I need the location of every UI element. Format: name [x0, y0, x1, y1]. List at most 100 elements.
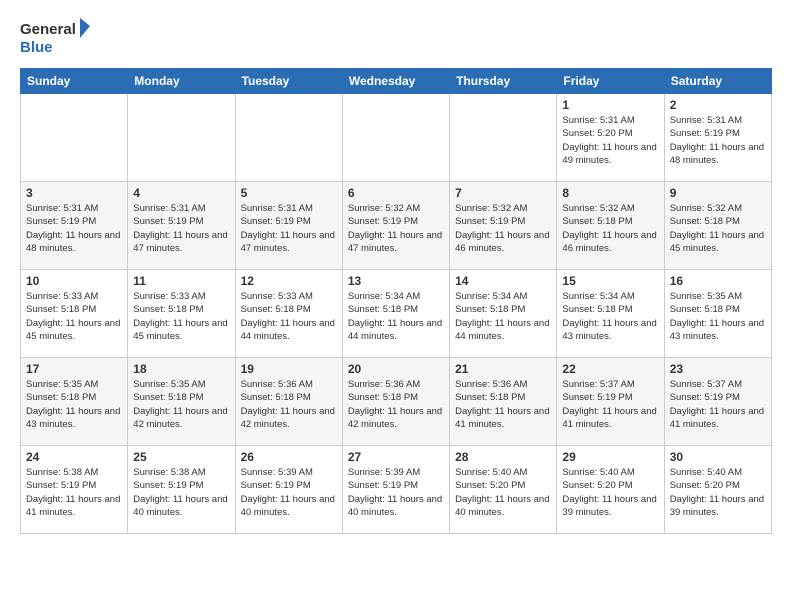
day-cell: 8Sunrise: 5:32 AM Sunset: 5:18 PM Daylig…	[557, 182, 664, 270]
day-info: Sunrise: 5:32 AM Sunset: 5:18 PM Dayligh…	[670, 202, 766, 255]
day-cell: 9 Sunrise: 5:32 AM Sunset: 5:18 PM Daylig…	[664, 182, 771, 270]
day-number: 25	[133, 450, 229, 464]
day-info: Sunrise: 5:39 AM Sunset: 5:19 PM Dayligh…	[348, 466, 444, 519]
day-cell: 20 Sunrise: 5:36 AM Sunset: 5:18 PM Dayli…	[342, 358, 449, 446]
day-cell: 2 Sunrise: 5:31 AM Sunset: 5:19 PM Daylig…	[664, 94, 771, 182]
day-number: 4	[133, 186, 229, 200]
day-cell: 17 Sunrise: 5:35 AM Sunset: 5:18 PM Dayli…	[21, 358, 128, 446]
day-number: 14	[455, 274, 551, 288]
day-info: Sunrise: 5:38 AM Sunset: 5:19 PM Dayligh…	[26, 466, 122, 519]
day-cell: 19 Sunrise: 5:36 AM Sunset: 5:18 PM Dayli…	[235, 358, 342, 446]
day-cell	[342, 94, 449, 182]
day-cell: 24 Sunrise: 5:38 AM Sunset: 5:19 PM Dayli…	[21, 446, 128, 534]
day-number: 18	[133, 362, 229, 376]
day-info: Sunrise: 5:35 AM Sunset: 5:18 PM Dayligh…	[26, 378, 122, 431]
week-row-1: 1Sunrise: 5:31 AM Sunset: 5:20 PM Daylig…	[21, 94, 772, 182]
week-row-5: 24 Sunrise: 5:38 AM Sunset: 5:19 PM Dayli…	[21, 446, 772, 534]
day-number: 28	[455, 450, 551, 464]
day-info: Sunrise: 5:36 AM Sunset: 5:18 PM Dayligh…	[241, 378, 337, 431]
day-info: Sunrise: 5:40 AM Sunset: 5:20 PM Dayligh…	[455, 466, 551, 519]
day-cell: 27 Sunrise: 5:39 AM Sunset: 5:19 PM Dayli…	[342, 446, 449, 534]
day-cell: 13 Sunrise: 5:34 AM Sunset: 5:18 PM Dayli…	[342, 270, 449, 358]
day-cell: 30Sunrise: 5:40 AM Sunset: 5:20 PM Dayli…	[664, 446, 771, 534]
day-number: 24	[26, 450, 122, 464]
logo-svg: GeneralBlue	[20, 16, 90, 58]
day-cell: 6Sunrise: 5:32 AM Sunset: 5:19 PM Daylig…	[342, 182, 449, 270]
day-info: Sunrise: 5:35 AM Sunset: 5:18 PM Dayligh…	[133, 378, 229, 431]
day-info: Sunrise: 5:37 AM Sunset: 5:19 PM Dayligh…	[562, 378, 658, 431]
day-info: Sunrise: 5:31 AM Sunset: 5:19 PM Dayligh…	[670, 114, 766, 167]
day-info: Sunrise: 5:31 AM Sunset: 5:19 PM Dayligh…	[241, 202, 337, 255]
day-number: 23	[670, 362, 766, 376]
day-number: 20	[348, 362, 444, 376]
day-cell: 14 Sunrise: 5:34 AM Sunset: 5:18 PM Dayli…	[450, 270, 557, 358]
day-info: Sunrise: 5:33 AM Sunset: 5:18 PM Dayligh…	[133, 290, 229, 343]
day-cell: 11 Sunrise: 5:33 AM Sunset: 5:18 PM Dayli…	[128, 270, 235, 358]
day-cell: 12Sunrise: 5:33 AM Sunset: 5:18 PM Dayli…	[235, 270, 342, 358]
day-cell: 25 Sunrise: 5:38 AM Sunset: 5:19 PM Dayli…	[128, 446, 235, 534]
day-cell	[21, 94, 128, 182]
day-number: 5	[241, 186, 337, 200]
day-cell: 18 Sunrise: 5:35 AM Sunset: 5:18 PM Dayli…	[128, 358, 235, 446]
day-cell	[235, 94, 342, 182]
col-header-wednesday: Wednesday	[342, 69, 449, 94]
col-header-thursday: Thursday	[450, 69, 557, 94]
day-number: 30	[670, 450, 766, 464]
day-number: 2	[670, 98, 766, 112]
day-info: Sunrise: 5:36 AM Sunset: 5:18 PM Dayligh…	[455, 378, 551, 431]
day-info: Sunrise: 5:36 AM Sunset: 5:18 PM Dayligh…	[348, 378, 444, 431]
day-info: Sunrise: 5:35 AM Sunset: 5:18 PM Dayligh…	[670, 290, 766, 343]
day-cell: 22 Sunrise: 5:37 AM Sunset: 5:19 PM Dayli…	[557, 358, 664, 446]
day-info: Sunrise: 5:32 AM Sunset: 5:19 PM Dayligh…	[348, 202, 444, 255]
col-header-tuesday: Tuesday	[235, 69, 342, 94]
day-info: Sunrise: 5:33 AM Sunset: 5:18 PM Dayligh…	[26, 290, 122, 343]
day-info: Sunrise: 5:34 AM Sunset: 5:18 PM Dayligh…	[562, 290, 658, 343]
day-info: Sunrise: 5:31 AM Sunset: 5:19 PM Dayligh…	[26, 202, 122, 255]
col-header-saturday: Saturday	[664, 69, 771, 94]
day-cell: 4 Sunrise: 5:31 AM Sunset: 5:19 PM Daylig…	[128, 182, 235, 270]
day-cell: 23 Sunrise: 5:37 AM Sunset: 5:19 PM Dayli…	[664, 358, 771, 446]
day-number: 15	[562, 274, 658, 288]
day-number: 17	[26, 362, 122, 376]
col-header-sunday: Sunday	[21, 69, 128, 94]
logo: GeneralBlue	[20, 16, 90, 58]
day-cell: 1Sunrise: 5:31 AM Sunset: 5:20 PM Daylig…	[557, 94, 664, 182]
day-number: 22	[562, 362, 658, 376]
day-number: 26	[241, 450, 337, 464]
calendar-header-row: SundayMondayTuesdayWednesdayThursdayFrid…	[21, 69, 772, 94]
day-number: 13	[348, 274, 444, 288]
day-number: 16	[670, 274, 766, 288]
day-number: 29	[562, 450, 658, 464]
day-cell: 10 Sunrise: 5:33 AM Sunset: 5:18 PM Dayli…	[21, 270, 128, 358]
day-cell	[450, 94, 557, 182]
day-info: Sunrise: 5:32 AM Sunset: 5:19 PM Dayligh…	[455, 202, 551, 255]
day-number: 1	[562, 98, 658, 112]
day-info: Sunrise: 5:37 AM Sunset: 5:19 PM Dayligh…	[670, 378, 766, 431]
day-number: 8	[562, 186, 658, 200]
header: GeneralBlue	[20, 16, 772, 58]
col-header-monday: Monday	[128, 69, 235, 94]
day-number: 9	[670, 186, 766, 200]
day-cell: 16 Sunrise: 5:35 AM Sunset: 5:18 PM Dayli…	[664, 270, 771, 358]
day-cell	[128, 94, 235, 182]
day-number: 21	[455, 362, 551, 376]
day-info: Sunrise: 5:34 AM Sunset: 5:18 PM Dayligh…	[348, 290, 444, 343]
day-info: Sunrise: 5:34 AM Sunset: 5:18 PM Dayligh…	[455, 290, 551, 343]
day-number: 7	[455, 186, 551, 200]
week-row-2: 3Sunrise: 5:31 AM Sunset: 5:19 PM Daylig…	[21, 182, 772, 270]
day-number: 27	[348, 450, 444, 464]
page: GeneralBlue SundayMondayTuesdayWednesday…	[0, 0, 792, 554]
svg-text:Blue: Blue	[20, 39, 53, 56]
day-number: 10	[26, 274, 122, 288]
day-info: Sunrise: 5:31 AM Sunset: 5:19 PM Dayligh…	[133, 202, 229, 255]
day-number: 11	[133, 274, 229, 288]
day-cell: 26Sunrise: 5:39 AM Sunset: 5:19 PM Dayli…	[235, 446, 342, 534]
day-info: Sunrise: 5:38 AM Sunset: 5:19 PM Dayligh…	[133, 466, 229, 519]
day-cell: 5 Sunrise: 5:31 AM Sunset: 5:19 PM Daylig…	[235, 182, 342, 270]
day-number: 12	[241, 274, 337, 288]
day-cell: 15 Sunrise: 5:34 AM Sunset: 5:18 PM Dayli…	[557, 270, 664, 358]
day-cell: 7 Sunrise: 5:32 AM Sunset: 5:19 PM Daylig…	[450, 182, 557, 270]
day-number: 19	[241, 362, 337, 376]
day-cell: 21 Sunrise: 5:36 AM Sunset: 5:18 PM Dayli…	[450, 358, 557, 446]
day-cell: 29Sunrise: 5:40 AM Sunset: 5:20 PM Dayli…	[557, 446, 664, 534]
